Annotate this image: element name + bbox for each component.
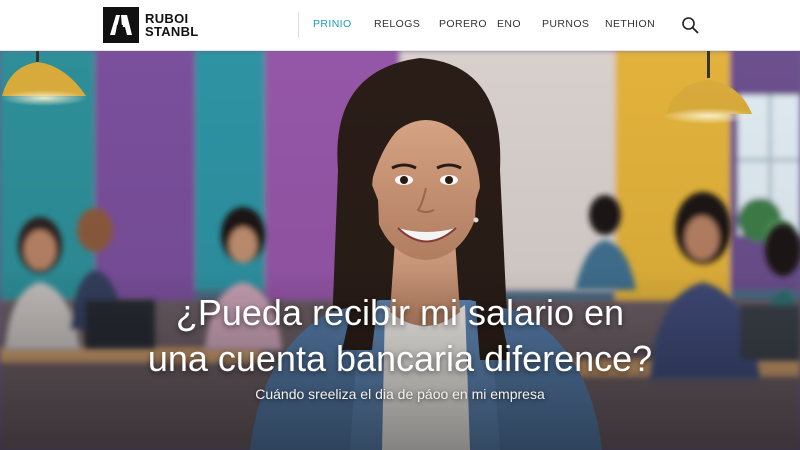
brand-name-line2: STANBL (145, 24, 199, 39)
hero-banner: ¿Pueda recibir mi salario en una cuenta … (0, 50, 800, 450)
brand-logo-icon (103, 7, 139, 43)
brand-wordmark: RUBOI STANBL (145, 12, 199, 38)
hero-subheadline: Cuándo sreeliza el dia de páoo en mi emp… (255, 386, 545, 402)
nav-item-eno[interactable]: ENO (497, 18, 521, 30)
hero-headline-line2: una cuenta bancaria diference? (147, 338, 653, 379)
nav-item-porero[interactable]: PORERO (439, 18, 487, 30)
nav-item-relogs[interactable]: RELOGS (374, 18, 420, 30)
nav-item-prinio[interactable]: PRINIO (313, 18, 352, 30)
hero-headline-line1: ¿Pueda recibir mi salario en (175, 292, 625, 333)
brand-logo[interactable]: RUBOI STANBL (103, 6, 199, 44)
hero-headline: ¿Pueda recibir mi salario en una cuenta … (0, 290, 800, 382)
nav-item-purnos[interactable]: PURNOS (542, 18, 589, 30)
nav-divider (298, 12, 299, 38)
nav-item-nethion[interactable]: NETHION (605, 18, 655, 30)
search-icon[interactable] (681, 16, 699, 34)
site-header: RUBOI STANBL PRINIO RELOGS PORERO ENO PU… (0, 0, 800, 51)
